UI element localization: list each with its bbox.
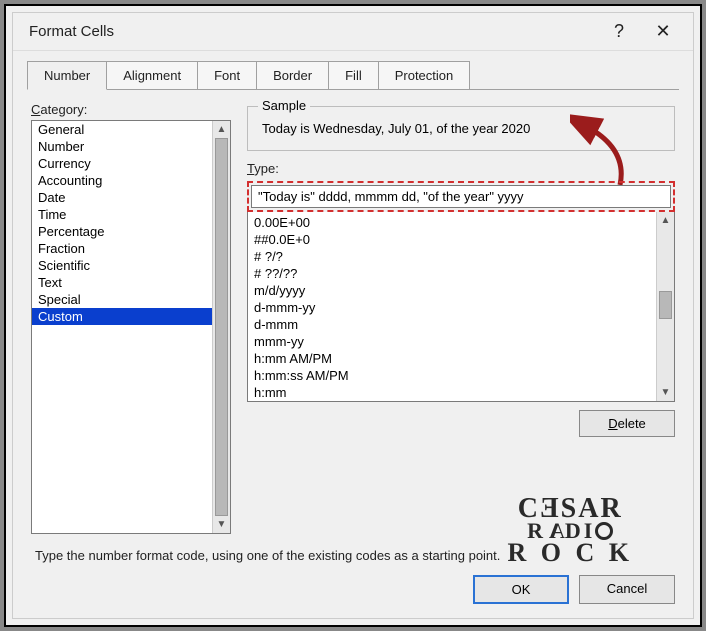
category-item[interactable]: Special xyxy=(32,291,212,308)
tab-protection[interactable]: Protection xyxy=(378,61,471,89)
type-input[interactable] xyxy=(251,185,671,208)
format-item[interactable]: h:mm AM/PM xyxy=(248,350,656,367)
tab-border[interactable]: Border xyxy=(256,61,329,89)
format-item[interactable]: # ?/? xyxy=(248,248,656,265)
scrollbar[interactable]: ▲ ▼ xyxy=(656,212,674,401)
type-label: Type: xyxy=(247,161,675,176)
delete-button[interactable]: Delete xyxy=(579,410,675,437)
format-item[interactable]: h:mm:ss AM/PM xyxy=(248,367,656,384)
scroll-up-icon[interactable]: ▲ xyxy=(661,212,671,229)
cancel-button[interactable]: Cancel xyxy=(579,575,675,604)
format-item[interactable]: ##0.0E+0 xyxy=(248,231,656,248)
format-item[interactable]: h:mm xyxy=(248,384,656,401)
tab-alignment[interactable]: Alignment xyxy=(106,61,198,89)
format-item[interactable]: d-mmm-yy xyxy=(248,299,656,316)
category-item[interactable]: Custom xyxy=(32,308,212,325)
category-listbox[interactable]: GeneralNumberCurrencyAccountingDateTimeP… xyxy=(31,120,231,534)
category-item[interactable]: Currency xyxy=(32,155,212,172)
sample-group: Sample Today is Wednesday, July 01, of t… xyxy=(247,106,675,151)
format-list[interactable]: 0.00E+00##0.0E+0# ?/?# ??/??m/d/yyyyd-mm… xyxy=(247,212,675,402)
format-item[interactable]: m/d/yyyy xyxy=(248,282,656,299)
scroll-down-icon[interactable]: ▼ xyxy=(661,384,671,401)
format-item[interactable]: # ??/?? xyxy=(248,265,656,282)
type-input-highlight xyxy=(247,181,675,212)
dialog-title: Format Cells xyxy=(29,23,597,40)
tab-strip: NumberAlignmentFontBorderFillProtection xyxy=(27,61,679,90)
scroll-up-icon[interactable]: ▲ xyxy=(217,121,227,138)
close-button[interactable]: ✕ xyxy=(641,17,685,47)
category-label: Category: xyxy=(31,102,231,117)
category-item[interactable]: Fraction xyxy=(32,240,212,257)
sample-legend: Sample xyxy=(258,98,310,113)
scrollbar[interactable]: ▲ ▼ xyxy=(212,121,230,533)
tab-fill[interactable]: Fill xyxy=(328,61,379,89)
category-item[interactable]: Percentage xyxy=(32,223,212,240)
sample-text: Today is Wednesday, July 01, of the year… xyxy=(260,117,662,140)
hint-text: Type the number format code, using one o… xyxy=(13,544,693,563)
format-item[interactable]: d-mmm xyxy=(248,316,656,333)
format-item[interactable]: 0.00E+00 xyxy=(248,214,656,231)
category-item[interactable]: Number xyxy=(32,138,212,155)
category-item[interactable]: Time xyxy=(32,206,212,223)
category-item[interactable]: Date xyxy=(32,189,212,206)
category-item[interactable]: Accounting xyxy=(32,172,212,189)
help-button[interactable]: ? xyxy=(597,17,641,47)
ok-button[interactable]: OK xyxy=(473,575,569,604)
tab-number[interactable]: Number xyxy=(27,61,107,90)
format-item[interactable]: mmm-yy xyxy=(248,333,656,350)
tab-font[interactable]: Font xyxy=(197,61,257,89)
format-cells-dialog: Format Cells ? ✕ NumberAlignmentFontBord… xyxy=(12,12,694,619)
category-item[interactable]: General xyxy=(32,121,212,138)
category-item[interactable]: Scientific xyxy=(32,257,212,274)
titlebar: Format Cells ? ✕ xyxy=(13,13,693,51)
scroll-down-icon[interactable]: ▼ xyxy=(217,516,227,533)
category-item[interactable]: Text xyxy=(32,274,212,291)
